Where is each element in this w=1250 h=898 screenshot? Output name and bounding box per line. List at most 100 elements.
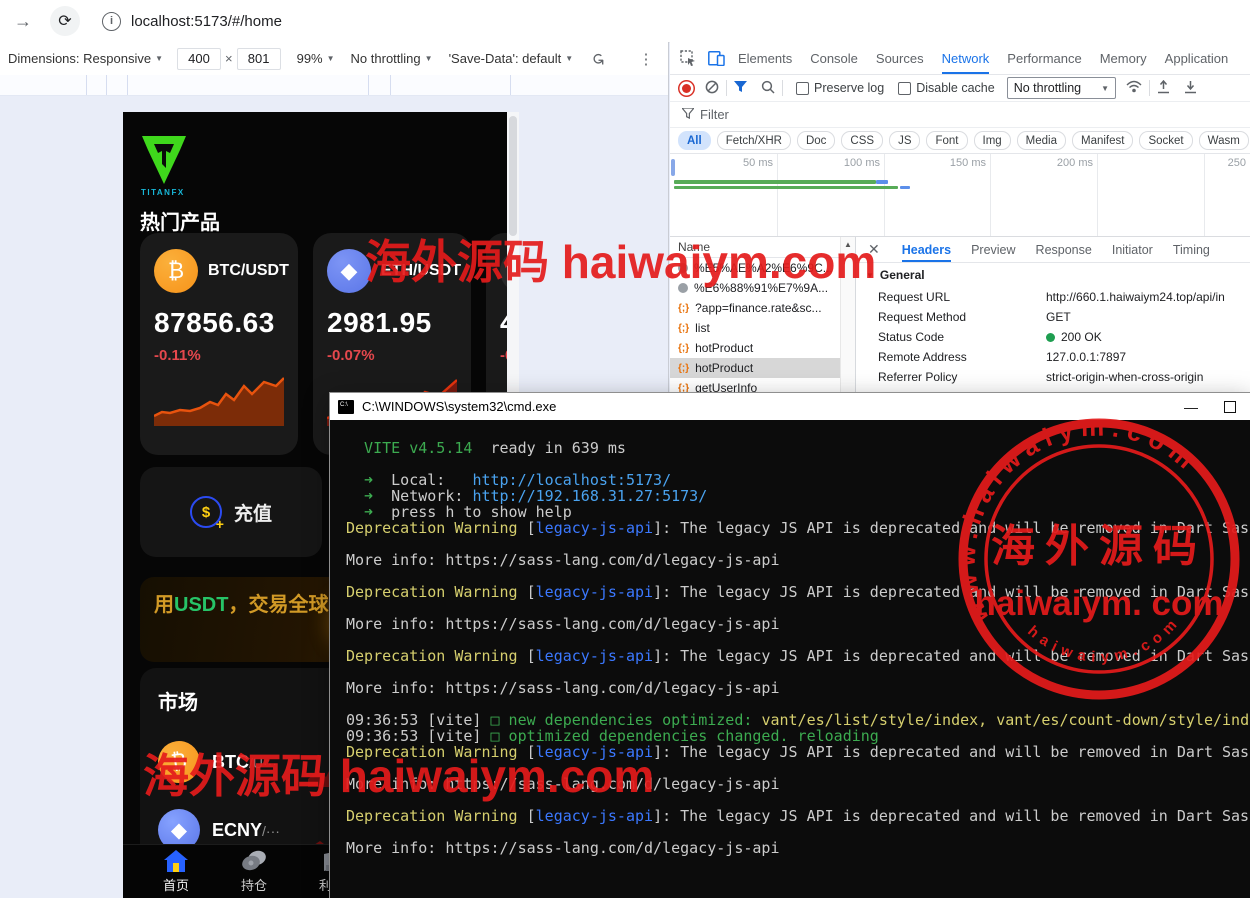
network-throttling-select[interactable]: No throttling▼ [1007,77,1116,99]
details-tab-headers[interactable]: Headers [902,237,951,262]
chevron-down-icon: ▼ [327,54,335,63]
header-value-text: GET [1046,310,1071,324]
maximize-button[interactable] [1224,401,1236,413]
cmd-segment: legacy-js-api [536,583,653,601]
rotate-viewport-icon[interactable]: ↺ [588,52,608,65]
devtools-tabbar: Elements Console Sources Network Performance… [670,42,1250,75]
scrollbar-thumb[interactable] [509,116,517,236]
json-request-icon: {;} [678,383,689,394]
request-name: hotProduct [695,341,753,355]
request-row[interactable]: {;}?app=finance.rate&sc... [670,298,840,318]
devtools-tab-memory[interactable]: Memory [1100,42,1147,74]
viewport-width-input[interactable]: 400 [177,48,221,70]
devtools-tab-application[interactable]: Application [1165,42,1229,74]
request-details-tabs: ✕ HeadersPreviewResponseInitiatorTiming [856,237,1250,263]
pair-symbol: BTC/USDT [208,262,289,280]
details-tab-timing[interactable]: Timing [1173,237,1210,262]
devtools-tab-performance[interactable]: Performance [1007,42,1081,74]
header-label: Referrer Policy [878,370,1046,384]
filter-input[interactable]: Filter [700,107,729,122]
filter-toggle-icon[interactable] [734,81,747,96]
site-info-icon[interactable]: i [102,12,121,31]
cmd-segment: ]: The legacy JS API is deprecated and w… [653,807,1250,825]
watermark-stamp: www.haiwaiym.com 海外源码 haiwaiym. com haiw… [953,413,1245,705]
recharge-button[interactable]: $+ 充值 [140,467,322,557]
filter-chip-img[interactable]: Img [974,131,1011,150]
export-har-icon[interactable] [1184,80,1197,97]
cmd-segment: [ [518,583,536,601]
chevron-down-icon: ▼ [1101,84,1109,93]
devtools-tab-console[interactable]: Console [810,42,858,74]
request-name: list [695,321,710,335]
nav-home[interactable]: 首页 [137,845,215,898]
import-har-icon[interactable] [1157,80,1170,97]
overview-handle[interactable] [671,159,675,176]
pair-price: 2981.95 [327,307,457,339]
request-row[interactable]: {;}list [670,318,840,338]
devtools-tab-elements[interactable]: Elements [738,42,792,74]
header-value: GET [1046,310,1250,324]
ruler-divider [510,75,511,95]
general-section-header[interactable]: ▼ General [856,263,1250,287]
filter-chip-all[interactable]: All [678,131,711,150]
inspect-element-icon[interactable] [680,50,696,66]
filter-chip-css[interactable]: CSS [841,131,883,150]
filter-chip-fetch-xhr[interactable]: Fetch/XHR [717,131,791,150]
request-row[interactable]: {;}hotProduct [670,358,840,378]
timeline-tick: 250 [1228,157,1246,169]
cmd-line: 09:36:53 [vite] □ new dependencies optim… [346,712,1250,728]
filter-chip-font[interactable]: Font [926,131,967,150]
filter-chip-wasm[interactable]: Wasm [1199,131,1249,150]
search-icon[interactable] [761,80,775,97]
request-bar [674,186,898,190]
json-request-icon: {;} [678,343,689,354]
more-options-icon[interactable]: ⋮ [639,50,654,68]
network-overview[interactable]: 50 ms100 ms150 ms200 ms 250 [670,154,1250,237]
cmd-segment: Deprecation Warning [346,583,518,601]
chevron-down-icon: ▼ [565,54,573,63]
cmd-segment: Deprecation Warning [346,647,518,665]
request-details-panel: ✕ HeadersPreviewResponseInitiatorTiming … [856,237,1250,398]
throttling-dropdown[interactable]: No throttling▼ [351,51,433,66]
record-network-log-button[interactable] [682,84,691,93]
preserve-log-checkbox[interactable]: Preserve log [796,81,884,95]
timeline-cell: 150 ms [885,154,991,236]
forward-arrow-icon[interactable]: → [14,11,32,32]
request-row[interactable]: {;} hotProduct [670,338,840,358]
general-row: Referrer Policystrict-origin-when-cross-… [856,367,1250,387]
cmd-segment: VITE v4.5.14 [346,439,472,457]
device-toolbar-icon[interactable] [708,51,725,66]
disable-cache-checkbox[interactable]: Disable cache [898,81,995,95]
cmd-segment: ready in 639 ms [472,439,626,457]
filter-chip-js[interactable]: JS [889,131,920,150]
devtools-tab-sources[interactable]: Sources [876,42,924,74]
request-bar [876,180,888,184]
filter-chip-media[interactable]: Media [1017,131,1066,150]
btc-sparkline [154,372,284,426]
network-conditions-icon[interactable] [1126,80,1142,96]
cmd-segment: More info: https://sass-lang.com/d/legac… [346,615,779,633]
address-bar[interactable]: localhost:5173/#/home [131,13,282,30]
filter-chip-socket[interactable]: Socket [1139,131,1192,150]
details-tab-initiator[interactable]: Initiator [1112,237,1153,262]
zoom-dropdown[interactable]: 99%▼ [297,51,335,66]
coins-icon [241,850,267,872]
viewport-height-input[interactable]: 801 [237,48,281,70]
details-tab-preview[interactable]: Preview [971,237,1015,262]
devtools-tab-network[interactable]: Network [942,42,990,74]
save-data-dropdown[interactable]: 'Save-Data': default▼ [449,51,574,66]
clear-network-log-icon[interactable] [705,80,719,97]
nav-positions[interactable]: 持仓 [215,845,293,898]
dimensions-dropdown[interactable]: Dimensions: Responsive [8,51,151,66]
details-tab-response[interactable]: Response [1036,237,1092,262]
btc-icon: ₿ [154,249,198,293]
market-pair: ECNY/··· [212,820,280,841]
product-card-btc[interactable]: ₿ BTC/USDT 87856.63 -0.11% [140,233,298,455]
deposit-dollar-icon: $+ [190,496,222,528]
filter-chip-doc[interactable]: Doc [797,131,835,150]
reload-button[interactable]: ⟳ [50,6,80,36]
timeline-cell: 50 ms [670,154,778,236]
screenshot-stage: → ⟳ i localhost:5173/#/home Dimensions: … [0,0,1250,898]
ruler-divider [106,75,107,95]
filter-chip-manifest[interactable]: Manifest [1072,131,1133,150]
